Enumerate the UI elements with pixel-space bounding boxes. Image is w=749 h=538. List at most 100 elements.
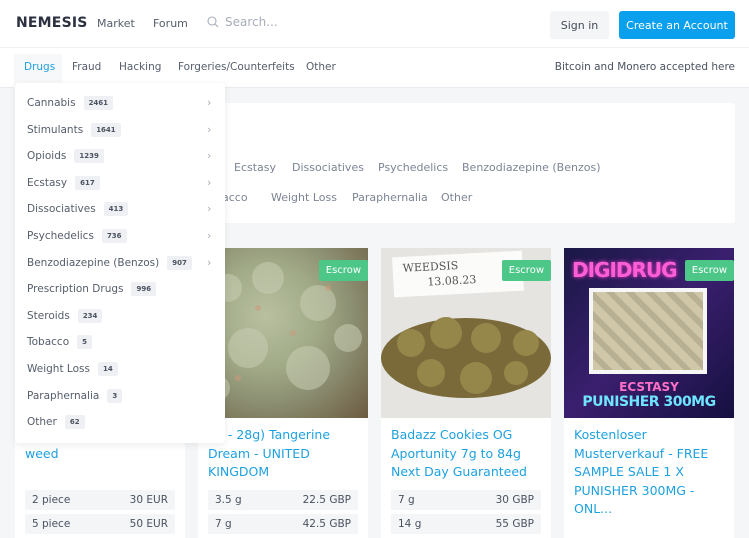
search-input[interactable]: Search... <box>207 15 278 29</box>
chevron-right-icon[interactable]: › <box>207 96 211 109</box>
price-qty: 7 g <box>398 494 415 506</box>
dropdown-item-label: Paraphernalia <box>27 389 100 402</box>
price-row: 7 g 42.5 GBP <box>208 514 358 534</box>
payment-note: Bitcoin and Monero accepted here <box>554 61 735 73</box>
nav-forum[interactable]: Forum <box>153 17 188 30</box>
dropdown-item-label: Prescription Drugs <box>27 283 124 296</box>
category-forgeries[interactable]: Forgeries/Counterfeits <box>178 61 295 73</box>
dropdown-item[interactable]: Opioids 1239 <box>27 146 104 166</box>
dropdown-item-label: Benzodiazepine (Benzos) <box>27 256 160 269</box>
dropdown-item[interactable]: Dissociatives 413 <box>27 199 129 219</box>
subcategory-link[interactable]: Dissociatives <box>292 161 364 174</box>
count-badge: 62 <box>64 415 85 430</box>
price-value: 30 EUR <box>129 494 168 506</box>
count-badge: 14 <box>97 362 118 376</box>
dropdown-item[interactable]: Tobacco 5 <box>27 332 92 352</box>
dropdown-item[interactable]: Psychedelics 736 <box>27 226 127 246</box>
image-caption: PUNISHER 300MG <box>582 394 716 410</box>
image-caption: ECSTASY <box>619 380 679 394</box>
sign-in-button[interactable]: Sign in <box>550 11 609 39</box>
category-fraud[interactable]: Fraud <box>72 61 101 73</box>
subcategory-link[interactable]: Benzodiazepine (Benzos) <box>462 161 601 174</box>
category-bar: Drugs Fraud Hacking Forgeries/Counterfei… <box>0 48 749 88</box>
chevron-right-icon[interactable]: › <box>207 123 211 136</box>
chevron-right-icon[interactable]: › <box>207 149 211 162</box>
dropdown-item-label: Ecstasy <box>27 176 68 189</box>
search-placeholder: Search... <box>225 15 278 29</box>
escrow-badge: Escrow <box>684 260 734 281</box>
count-badge: 1239 <box>74 149 104 164</box>
image-brand-text: DIGIDRUG <box>572 258 678 282</box>
count-badge: 907 <box>167 255 192 270</box>
dropdown-item[interactable]: Steroids 234 <box>27 306 103 326</box>
dropdown-item-label: Cannabis <box>27 97 76 109</box>
price-row: 7 g 30 GBP <box>391 490 541 510</box>
product-image[interactable]: WEEDSIS 13.08.23 Escrow <box>381 248 551 418</box>
price-value: 50 EUR <box>129 518 168 530</box>
dropdown-item-label: Steroids <box>27 309 70 322</box>
dropdown-item[interactable]: Ecstasy 617 <box>27 173 100 193</box>
subcategory-link[interactable]: Ecstasy <box>234 161 276 174</box>
count-badge: 3 <box>107 388 123 403</box>
subcategory-link[interactable]: Psychedelics <box>378 161 448 174</box>
subcategory-link[interactable]: Other <box>441 191 472 204</box>
count-badge: 5 <box>77 335 92 350</box>
category-drugs[interactable]: Drugs <box>24 61 55 73</box>
price-value: 30 GBP <box>495 494 534 506</box>
subcategory-panel: Ecstasy Dissociatives Psychedelics Benzo… <box>215 103 735 223</box>
price-row: 5 piece 50 EUR <box>25 514 175 534</box>
dropdown-item[interactable]: Stimulants 1641 <box>27 120 121 140</box>
dropdown-item[interactable]: Weight Loss 14 <box>27 359 118 379</box>
dropdown-item[interactable]: Paraphernalia 3 <box>27 386 123 406</box>
count-badge: 2461 <box>83 96 114 110</box>
dropdown-item-label: Other <box>27 416 57 429</box>
category-hacking[interactable]: Hacking <box>119 61 161 73</box>
search-icon <box>207 16 219 28</box>
product-title[interactable]: 5g - 28g) Tangerine Dream - UNITED KINGD… <box>208 426 364 482</box>
count-badge: 1641 <box>91 122 121 137</box>
subcategory-link[interactable]: Weight Loss <box>271 191 337 204</box>
subcategory-link[interactable]: Paraphernalia <box>352 191 428 204</box>
product-title[interactable]: Badazz Cookies OG Aportunity 7g to 84g N… <box>391 426 547 482</box>
category-other[interactable]: Other <box>306 61 336 73</box>
escrow-badge: Escrow <box>318 260 368 281</box>
dropdown-item-label: Tobacco <box>27 336 70 349</box>
chevron-right-icon[interactable]: › <box>207 176 211 189</box>
product-card[interactable]: WEEDSIS 13.08.23 Escrow Badazz Cookies O… <box>381 248 551 538</box>
product-card[interactable]: DIGIDRUG ECSTASY PUNISHER 300MG Escrow K… <box>564 248 734 538</box>
dropdown-item-label: Opioids <box>27 150 67 163</box>
price-value: 55 GBP <box>495 518 534 530</box>
escrow-badge: Escrow <box>501 260 551 281</box>
price-qty: 5 piece <box>32 518 71 530</box>
chevron-right-icon[interactable]: › <box>207 256 211 269</box>
price-qty: 14 g <box>398 518 422 530</box>
count-badge: 617 <box>75 175 100 190</box>
dropdown-item-label: Stimulants <box>27 123 84 136</box>
nav-market[interactable]: Market <box>97 17 135 30</box>
logo[interactable]: NEMESIS <box>16 15 88 31</box>
price-row: 2 piece 30 EUR <box>25 490 175 510</box>
dropdown-item[interactable]: Benzodiazepine (Benzos) 907 <box>27 253 192 273</box>
create-account-button[interactable]: Create an Account <box>619 11 735 39</box>
dropdown-item-label: Psychedelics <box>27 230 94 242</box>
top-header: NEMESIS Market Forum Search... Sign in C… <box>0 0 749 48</box>
product-title[interactable]: Kostenloser Musterverkauf - FREE SAMPLE … <box>574 426 730 519</box>
drugs-dropdown-menu: Cannabis 2461 › Stimulants 1641 › Opioids 1239 ›… <box>15 83 225 443</box>
dropdown-item[interactable]: Cannabis 2461 <box>27 93 114 113</box>
chevron-right-icon[interactable]: › <box>207 229 211 242</box>
dropdown-item[interactable]: Other 62 <box>27 412 85 432</box>
price-qty: 7 g <box>215 518 232 530</box>
price-qty: 3.5 g <box>215 494 242 506</box>
price-value: 42.5 GBP <box>302 518 351 530</box>
product-image[interactable]: DIGIDRUG ECSTASY PUNISHER 300MG Escrow <box>564 248 734 418</box>
count-badge: 736 <box>101 229 127 243</box>
price-row: 14 g 55 GBP <box>391 514 541 534</box>
price-value: 22.5 GBP <box>302 494 351 506</box>
count-badge: 234 <box>77 308 103 323</box>
price-qty: 2 piece <box>32 494 71 506</box>
dropdown-item[interactable]: Prescription Drugs 996 <box>27 279 157 299</box>
chevron-right-icon[interactable]: › <box>207 202 211 215</box>
count-badge: 996 <box>131 282 157 297</box>
count-badge: 413 <box>103 202 129 217</box>
dropdown-item-label: Dissociatives <box>27 203 96 216</box>
